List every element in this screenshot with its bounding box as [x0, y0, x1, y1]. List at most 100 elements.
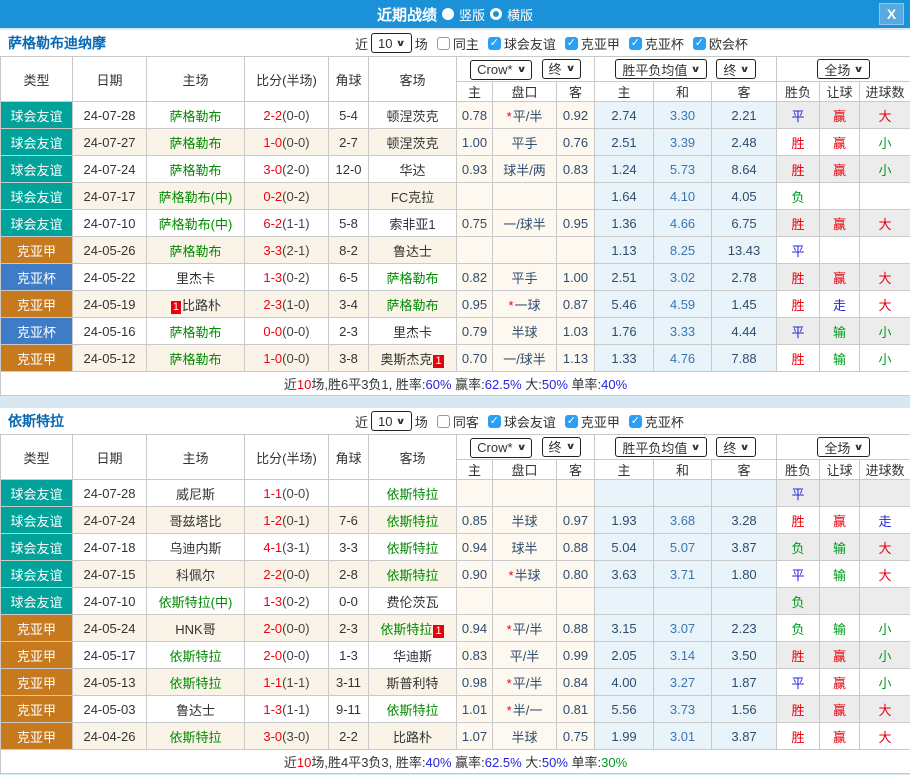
goals-cell — [860, 183, 910, 210]
corner-score — [329, 480, 369, 507]
league-label: 克亚杯 — [645, 412, 684, 431]
avg-away: 3.87 — [712, 534, 777, 561]
home-team: 依斯特拉(中) — [147, 588, 245, 615]
avg-away: 2.23 — [712, 615, 777, 642]
match-date: 24-07-28 — [73, 102, 147, 129]
half-score: (0-1) — [282, 513, 309, 528]
match-score: 1-1(1-1) — [245, 669, 329, 696]
goals-cell: 大 — [860, 561, 910, 588]
home-team: 萨格勒布 — [147, 345, 245, 372]
odds-away: 0.92 — [557, 102, 595, 129]
avg-draw: 3.30 — [654, 102, 712, 129]
match-row: 克亚甲24-05-12萨格勒布1-0(0-0)3-8奥斯杰克10.70一/球半1… — [1, 345, 910, 372]
col-avg-draw: 和 — [654, 82, 712, 102]
corner-score: 2-7 — [329, 129, 369, 156]
team-section: 萨格勒布迪纳摩 近10∨场同主✓球会友谊✓克亚甲✓克亚杯✓欧会杯 类型 日期 主… — [0, 30, 910, 396]
col-avg-away: 客 — [712, 460, 777, 480]
full-score: 1-0 — [263, 351, 282, 366]
odds-line: *半球 — [493, 561, 557, 588]
match-date: 24-05-13 — [73, 669, 147, 696]
handicap-cell: 赢 — [820, 129, 860, 156]
same-side-checkbox[interactable] — [437, 415, 450, 428]
handicap-cell: 输 — [820, 345, 860, 372]
type-badge: 克亚甲 — [1, 642, 73, 669]
line-text: 一/球半 — [503, 217, 546, 232]
match-score: 3-0(2-0) — [245, 156, 329, 183]
chevron-down-icon: ∨ — [516, 64, 526, 75]
vertical-layout-radio[interactable] — [442, 8, 454, 20]
team-name: 威尼斯 — [176, 487, 215, 502]
match-score: 2-3(1-0) — [245, 291, 329, 318]
corner-score — [329, 183, 369, 210]
league-checkbox[interactable]: ✓ — [693, 37, 706, 50]
avg-select[interactable]: 胜平负均值∨ — [615, 437, 706, 457]
odds-line: 半球 — [493, 318, 557, 345]
handicap-cell: 赢 — [820, 507, 860, 534]
match-count-select[interactable]: 10∨ — [371, 33, 412, 53]
summary-segment: 赢率: — [452, 755, 485, 770]
full-score: 1-3 — [263, 270, 282, 285]
fulltime-group-header: 全场∨ — [777, 57, 910, 82]
avg-draw: 4.66 — [654, 210, 712, 237]
full-score: 6-2 — [263, 216, 282, 231]
match-score: 1-0(0-0) — [245, 129, 329, 156]
avg-time-select[interactable]: 终∨ — [716, 59, 755, 79]
window-title: 近期战绩 — [377, 4, 437, 25]
odds-line: *平/半 — [493, 615, 557, 642]
horizontal-layout-radio[interactable] — [490, 8, 502, 20]
home-team: 萨格勒布(中) — [147, 210, 245, 237]
result-cell: 平 — [777, 561, 820, 588]
away-team: 比路朴 — [369, 723, 457, 750]
handicap-cell — [820, 237, 860, 264]
summary-segment: 场,胜4平3负3, 胜率: — [311, 755, 425, 770]
league-checkbox[interactable]: ✓ — [488, 37, 501, 50]
match-row: 克亚甲24-05-13依斯特拉1-1(1-1)3-11斯普利特0.98*平/半0… — [1, 669, 910, 696]
full-score: 1-3 — [263, 702, 282, 717]
half-score: (0-0) — [282, 648, 309, 663]
avg-away: 3.87 — [712, 723, 777, 750]
chevron-down-icon: ∨ — [565, 63, 575, 74]
match-count-select[interactable]: 10∨ — [371, 411, 412, 431]
league-checkbox[interactable]: ✓ — [565, 415, 578, 428]
games-label: 场 — [415, 34, 428, 53]
same-side-label: 同客 — [453, 412, 479, 431]
chevron-down-icon: ∨ — [854, 442, 864, 453]
odds-home: 1.01 — [457, 696, 493, 723]
league-checkbox[interactable]: ✓ — [565, 37, 578, 50]
same-side-checkbox[interactable] — [437, 37, 450, 50]
avg-draw: 3.39 — [654, 129, 712, 156]
col-corner: 角球 — [329, 57, 369, 102]
odds-line: 平/半 — [493, 642, 557, 669]
home-team: 科佩尔 — [147, 561, 245, 588]
odds-company-select[interactable]: Crow*∨ — [470, 60, 532, 80]
league-checkbox[interactable]: ✓ — [488, 415, 501, 428]
league-checkbox[interactable]: ✓ — [629, 37, 642, 50]
summary-segment: 60% — [426, 377, 452, 392]
chevron-down-icon: ∨ — [691, 442, 701, 453]
summary-segment: 赢率: — [452, 377, 485, 392]
odds-time-select[interactable]: 终∨ — [542, 437, 581, 457]
summary-segment: 单率: — [568, 755, 601, 770]
close-button[interactable]: X — [879, 3, 904, 25]
away-team: 索非亚1 — [369, 210, 457, 237]
avg-home: 1.99 — [595, 723, 654, 750]
goals-cell: 小 — [860, 642, 910, 669]
full-score: 1-0 — [263, 135, 282, 150]
match-date: 24-05-03 — [73, 696, 147, 723]
league-checkbox[interactable]: ✓ — [629, 415, 642, 428]
type-badge: 球会友谊 — [1, 102, 73, 129]
odds-away: 1.13 — [557, 345, 595, 372]
avg-draw: 4.76 — [654, 345, 712, 372]
star-marker: * — [508, 298, 513, 313]
match-row: 克亚甲24-05-24HNK哥2-0(0-0)2-3依斯特拉10.94*平/半0… — [1, 615, 910, 642]
odds-company-select[interactable]: Crow*∨ — [470, 438, 532, 458]
fulltime-select[interactable]: 全场∨ — [817, 437, 869, 457]
summary-segment: 10 — [297, 377, 311, 392]
away-team: 依斯特拉 — [369, 696, 457, 723]
avg-time-select[interactable]: 终∨ — [716, 437, 755, 457]
avg-select[interactable]: 胜平负均值∨ — [615, 59, 706, 79]
fulltime-select[interactable]: 全场∨ — [817, 59, 869, 79]
odds-home: 0.70 — [457, 345, 493, 372]
odds-away: 0.88 — [557, 534, 595, 561]
odds-time-select[interactable]: 终∨ — [542, 59, 581, 79]
